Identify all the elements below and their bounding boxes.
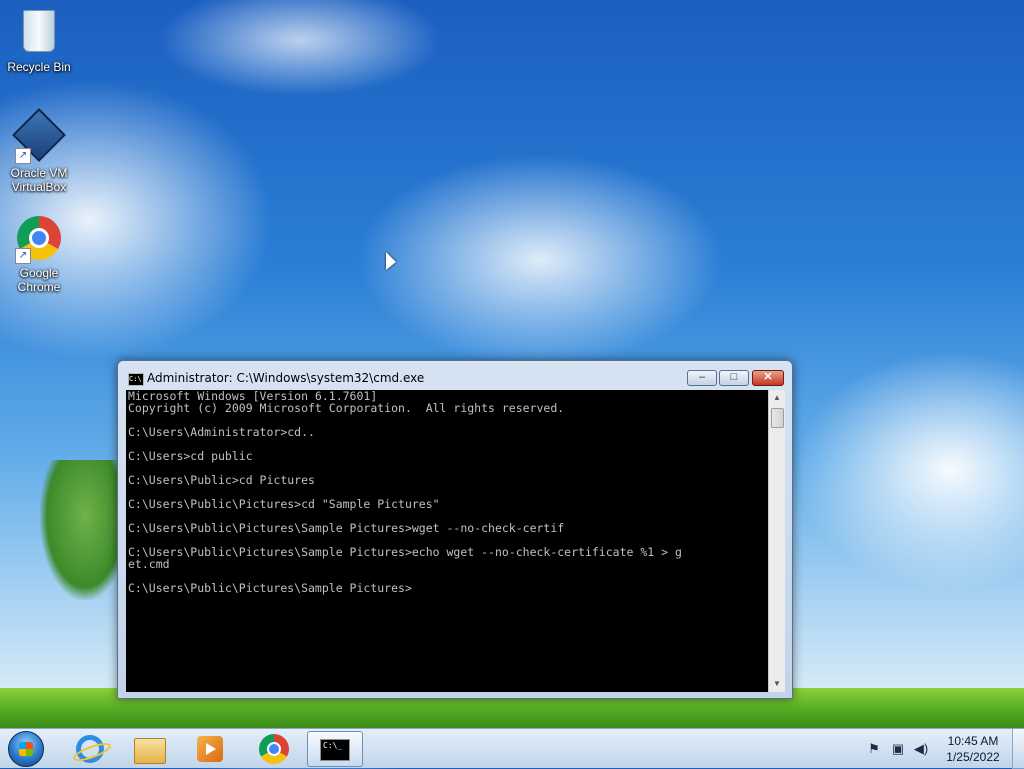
taskbar-item-chrome[interactable] [246, 731, 302, 767]
maximize-button[interactable]: □ [719, 370, 749, 386]
console-line: C:\Users\Administrator>cd.. [128, 425, 315, 439]
taskbar-item-command-prompt[interactable]: C:\_ [307, 731, 363, 767]
recycle-bin-icon [15, 10, 63, 58]
cmd-window[interactable]: C:\ Administrator: C:\Windows\system32\c… [117, 360, 793, 699]
cmd-window-title: Administrator: C:\Windows\system32\cmd.e… [147, 371, 425, 385]
system-clock[interactable]: 10:45 AM 1/25/2022 [940, 733, 1006, 765]
start-button[interactable] [8, 731, 44, 767]
volume-icon[interactable]: ◀) [913, 741, 929, 757]
show-desktop-button[interactable] [1012, 729, 1024, 769]
console-line: Copyright (c) 2009 Microsoft Corporation… [128, 401, 565, 415]
shortcut-arrow-icon: ↗ [15, 248, 31, 264]
desktop-icon-label: Oracle VM VirtualBox [10, 166, 68, 194]
command-prompt-icon: C:\_ [320, 739, 350, 761]
cmd-window-icon: C:\ [128, 373, 144, 386]
taskbar-item-media-player[interactable] [182, 731, 238, 767]
console-line: C:\Users\Public\Pictures\Sample Pictures… [128, 581, 412, 595]
console-line: C:\Users\Public\Pictures\Sample Pictures… [128, 545, 682, 559]
network-icon[interactable]: ▣ [890, 741, 906, 757]
file-explorer-icon [134, 738, 166, 764]
mouse-cursor-icon [386, 252, 396, 270]
action-center-flag-icon[interactable]: ⚑ [866, 741, 882, 757]
cmd-titlebar[interactable]: C:\ Administrator: C:\Windows\system32\c… [118, 361, 792, 391]
desktop-icon-label: Recycle Bin [7, 60, 71, 74]
console-line: C:\Users\Public\Pictures>cd "Sample Pict… [128, 497, 440, 511]
internet-explorer-icon [76, 735, 104, 763]
virtualbox-icon: ↗ [12, 108, 66, 164]
media-player-icon [197, 736, 223, 762]
chrome-icon [259, 734, 289, 764]
console-output[interactable]: Microsoft Windows [Version 6.1.7601] Copy… [126, 390, 768, 692]
clock-date: 1/25/2022 [946, 750, 1000, 764]
scroll-up-button[interactable]: ▲ [769, 390, 785, 406]
console-line: C:\Users\Public>cd Pictures [128, 473, 315, 487]
desktop-icon-label: Google Chrome [17, 266, 61, 294]
desktop-icon-recycle-bin[interactable]: Recycle Bin [1, 6, 77, 74]
minimize-button[interactable]: – [687, 370, 717, 386]
chrome-icon: ↗ [15, 216, 63, 264]
clock-time: 10:45 AM [947, 734, 999, 748]
console-scrollbar[interactable]: ▲ ▼ [768, 390, 785, 692]
console-line: et.cmd [128, 557, 170, 571]
desktop-icon-chrome[interactable]: ↗ Google Chrome [1, 214, 77, 294]
scroll-thumb[interactable] [771, 408, 784, 428]
close-button[interactable]: ✕ [752, 370, 784, 386]
console-line: C:\Users\Public\Pictures\Sample Pictures… [128, 521, 565, 535]
scroll-down-button[interactable]: ▼ [769, 676, 785, 692]
taskbar-item-file-explorer[interactable] [122, 731, 178, 767]
console-line: C:\Users>cd public [128, 449, 253, 463]
taskbar-item-internet-explorer[interactable] [62, 731, 118, 767]
taskbar: C:\_ ⚑ ▣ ◀) 10:45 AM 1/25/2022 [0, 728, 1024, 769]
shortcut-arrow-icon: ↗ [15, 148, 31, 164]
desktop-icon-virtualbox[interactable]: ↗ Oracle VM VirtualBox [1, 108, 77, 194]
